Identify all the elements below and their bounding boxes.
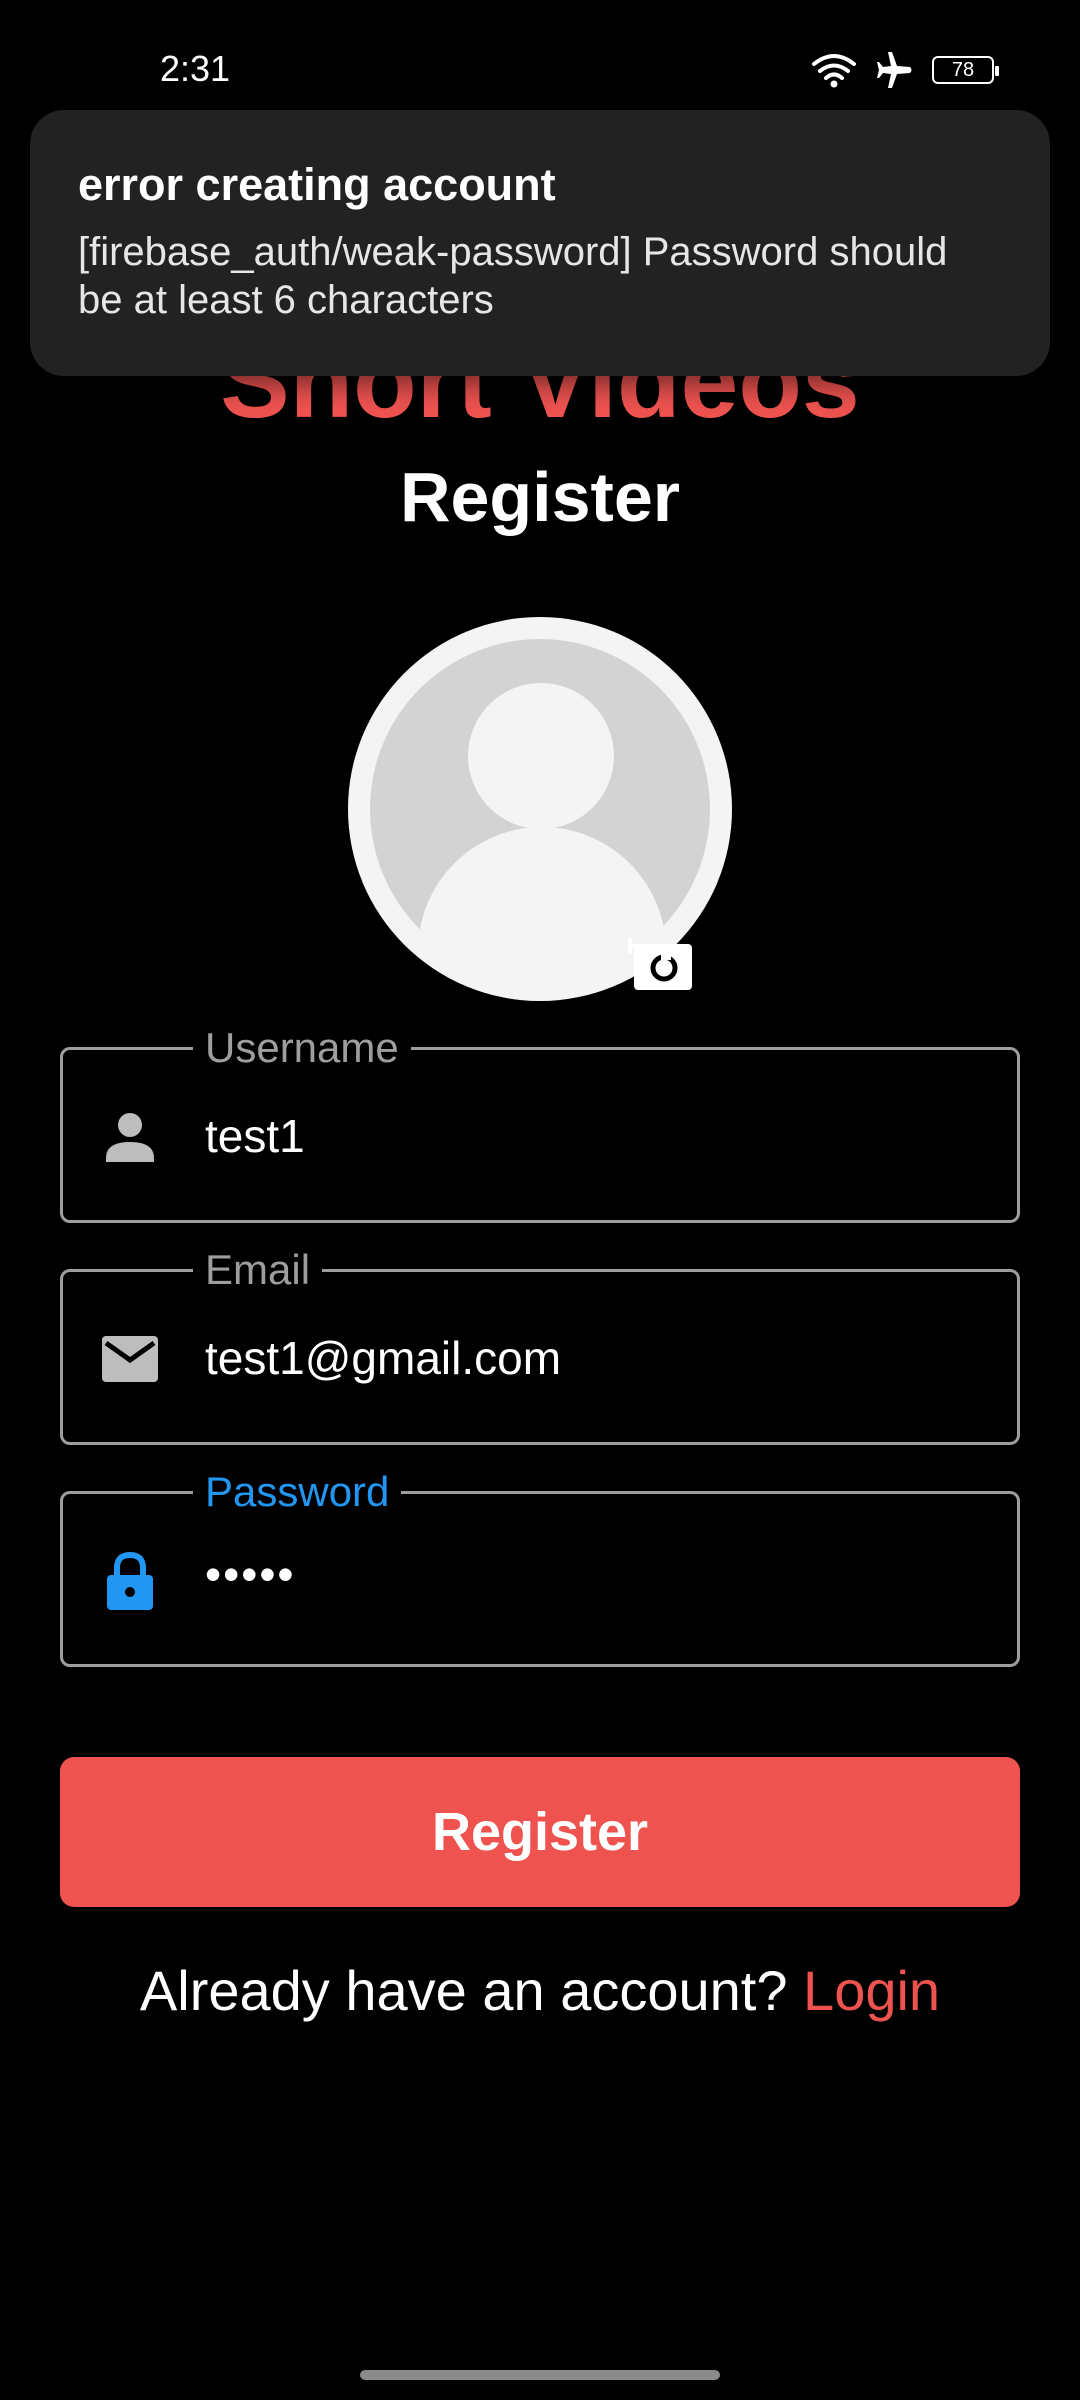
username-input[interactable]: test1 bbox=[205, 1106, 305, 1166]
email-input[interactable]: test1@gmail.com bbox=[205, 1328, 561, 1388]
home-indicator[interactable] bbox=[360, 2370, 720, 2380]
mail-icon bbox=[102, 1336, 158, 1382]
page-title: Register bbox=[399, 458, 681, 536]
wifi-icon bbox=[812, 54, 856, 88]
register-button[interactable]: Register bbox=[60, 1757, 1020, 1907]
password-field[interactable]: Password ••••• bbox=[60, 1464, 1020, 1667]
battery-indicator: 78 bbox=[932, 56, 999, 84]
airplane-mode-icon bbox=[877, 52, 912, 88]
username-label: Username bbox=[193, 1020, 411, 1076]
register-screen: 2:31 78 Short Videos Register Username t… bbox=[0, 0, 1080, 2400]
add-photo-camera-icon[interactable] bbox=[628, 932, 694, 992]
toast-message: [firebase_auth/weak-password] Password s… bbox=[78, 229, 948, 322]
login-prompt: Already have an account? Login bbox=[0, 1958, 1080, 2023]
email-label: Email bbox=[193, 1242, 323, 1298]
avatar-head bbox=[468, 683, 614, 829]
error-toast[interactable]: error creating account [firebase_auth/we… bbox=[30, 110, 1050, 376]
password-input[interactable]: ••••• bbox=[205, 1544, 296, 1604]
password-label: Password bbox=[193, 1464, 402, 1520]
username-field[interactable]: Username test1 bbox=[60, 1020, 1020, 1223]
login-prompt-text: Already have an account? bbox=[139, 1959, 788, 2022]
email-field[interactable]: Email test1@gmail.com bbox=[60, 1242, 1020, 1445]
avatar-placeholder-icon bbox=[370, 639, 710, 979]
lock-icon bbox=[107, 1552, 153, 1610]
status-icons: 78 bbox=[812, 52, 999, 88]
status-time: 2:31 bbox=[160, 48, 231, 89]
person-icon bbox=[106, 1113, 154, 1162]
login-link[interactable]: Login bbox=[803, 1959, 940, 2022]
toast-title: error creating account bbox=[78, 159, 556, 210]
